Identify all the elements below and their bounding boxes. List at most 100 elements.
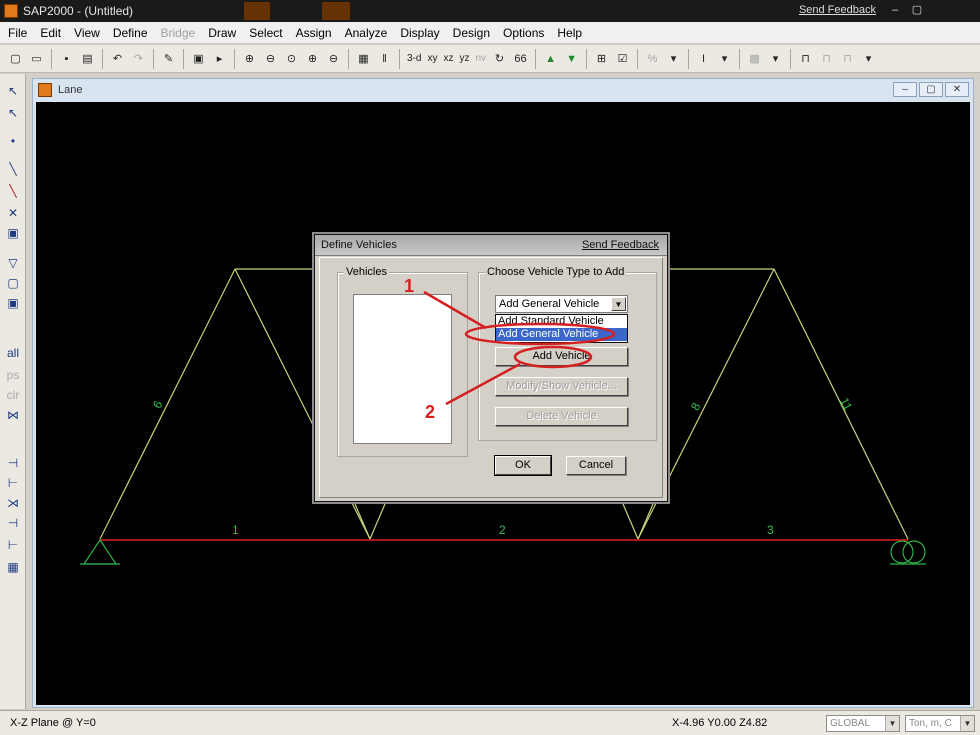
intersecting-line-icon[interactable]: ⋈ — [4, 406, 22, 423]
menu-draw[interactable]: Draw — [208, 26, 236, 40]
dropdown-arrow-icon[interactable]: ▾ — [859, 49, 878, 68]
perspective-icon[interactable]: 66 — [511, 49, 530, 68]
child-minimize-button[interactable]: – — [893, 82, 917, 97]
dropdown-arrow-icon[interactable]: ▾ — [664, 49, 683, 68]
percent-icon[interactable]: % — [643, 49, 662, 68]
frame-label: 6 — [150, 398, 166, 411]
add-vehicle-button[interactable]: Add Vehicle — [495, 347, 628, 366]
chevron-down-icon[interactable]: ▼ — [960, 716, 974, 731]
zoom-window-icon[interactable]: ⊕ — [240, 49, 259, 68]
pointer-icon[interactable]: ↖ — [4, 82, 22, 99]
quick-draw-brace-icon[interactable]: ✕ — [4, 204, 22, 221]
vehicles-listbox[interactable] — [353, 294, 452, 444]
menu-options[interactable]: Options — [503, 26, 544, 40]
menu-assign[interactable]: Assign — [296, 26, 332, 40]
snap-lines-icon[interactable]: ⊢ — [4, 536, 22, 553]
menu-view[interactable]: View — [74, 26, 100, 40]
view-nv-button[interactable]: nv — [473, 49, 488, 68]
run-analysis-icon[interactable]: ▸ — [210, 49, 229, 68]
reshape-pointer-icon[interactable]: ↖ — [4, 104, 22, 121]
truss-member[interactable] — [622, 503, 639, 540]
view-xy-button[interactable]: xy — [425, 49, 439, 68]
menu-select[interactable]: Select — [249, 26, 282, 40]
dropdown-option-standard-vehicle[interactable]: Add Standard Vehicle — [496, 315, 627, 328]
chevron-down-icon[interactable]: ▼ — [885, 716, 899, 731]
select-all-icon[interactable]: ⊞ — [592, 49, 611, 68]
menu-edit[interactable]: Edit — [40, 26, 61, 40]
menu-design[interactable]: Design — [453, 26, 490, 40]
vehicle-type-select[interactable]: Add General Vehicle ▼ — [495, 295, 628, 313]
units-select[interactable]: Ton, m, C ▼ — [905, 715, 975, 732]
send-feedback-link[interactable]: Send Feedback — [799, 4, 876, 16]
check-icon[interactable]: ☑ — [613, 49, 632, 68]
zoom-in-icon[interactable]: ⊕ — [303, 49, 322, 68]
redo-icon[interactable]: ↷ — [129, 49, 148, 68]
quick-draw-area-icon[interactable]: ▣ — [4, 294, 22, 311]
new-file-icon[interactable]: ▢ — [6, 49, 25, 68]
minimize-button[interactable]: – — [884, 2, 906, 19]
zoom-out-icon[interactable]: ⊖ — [324, 49, 343, 68]
draw-rect-area-icon[interactable]: ▢ — [4, 274, 22, 291]
menu-bridge[interactable]: Bridge — [161, 26, 196, 40]
truss-member[interactable] — [99, 268, 236, 540]
dropdown-option-general-vehicle[interactable]: Add General Vehicle — [496, 328, 627, 341]
zoom-fit-icon[interactable]: ⊙ — [282, 49, 301, 68]
snap-ends-icon[interactable]: ⊢ — [4, 474, 22, 491]
draw-point-icon[interactable]: • — [4, 132, 22, 149]
view-xz-button[interactable]: xz — [441, 49, 455, 68]
snap-points-icon[interactable]: ⊣ — [4, 454, 22, 471]
dialog-send-feedback-link[interactable]: Send Feedback — [582, 239, 659, 251]
snap-perpendicular-icon[interactable]: ⊣ — [4, 514, 22, 531]
section-i-icon[interactable]: I — [694, 49, 713, 68]
menu-help[interactable]: Help — [557, 26, 582, 40]
pan-icon[interactable]: ▦ — [354, 49, 373, 68]
truss-member[interactable] — [354, 503, 371, 540]
snap-fine-grid-icon[interactable]: ▦ — [4, 558, 22, 575]
ok-button[interactable]: OK — [494, 455, 552, 476]
frame-icon[interactable]: ⊓ — [796, 49, 815, 68]
frame-label: 2 — [499, 523, 506, 537]
clear-selection-icon[interactable]: clr — [4, 386, 22, 403]
view-yz-button[interactable]: yz — [457, 49, 471, 68]
truss-member[interactable] — [369, 503, 386, 540]
menu-file[interactable]: File — [8, 26, 27, 40]
previous-selection-icon[interactable]: ps — [4, 366, 22, 383]
rotate-view-icon[interactable]: ↻ — [490, 49, 509, 68]
open-folder-icon[interactable]: ▭ — [27, 49, 46, 68]
menu-define[interactable]: Define — [113, 26, 148, 40]
frame-tendon-icon[interactable]: ⊓ — [838, 49, 857, 68]
delete-vehicle-button[interactable]: Delete Vehicle — [495, 407, 628, 426]
select-all-tool-icon[interactable]: all — [4, 344, 22, 361]
draw-poly-area-icon[interactable]: ▽ — [4, 254, 22, 271]
truss-member[interactable] — [637, 503, 654, 540]
child-close-button[interactable]: ✕ — [945, 82, 969, 97]
lock-icon[interactable]: ▣ — [189, 49, 208, 68]
chevron-down-icon[interactable]: ▼ — [611, 297, 626, 311]
modify-show-vehicle-button[interactable]: Modify/Show Vehicle... — [495, 377, 628, 396]
quick-draw-frame-icon[interactable]: ▣ — [4, 224, 22, 241]
cancel-button[interactable]: Cancel — [566, 456, 626, 475]
draw-frame-icon[interactable]: ╲ — [4, 160, 22, 177]
pencil-icon[interactable]: ✎ — [159, 49, 178, 68]
move-up-icon[interactable]: ▲ — [541, 49, 560, 68]
vehicle-type-value: Add General Vehicle — [499, 298, 600, 310]
save-icon[interactable]: ▪ — [57, 49, 76, 68]
dialog-body: Vehicles Choose Vehicle Type to Add Add … — [319, 257, 663, 498]
print-icon[interactable]: ▤ — [78, 49, 97, 68]
area-icon[interactable]: ▩ — [745, 49, 764, 68]
restore-button[interactable]: ▢ — [906, 2, 928, 19]
coordinate-system-select[interactable]: GLOBAL ▼ — [826, 715, 900, 732]
dropdown-arrow-icon[interactable]: ▾ — [766, 49, 785, 68]
zoom-restore-icon[interactable]: ⊖ — [261, 49, 280, 68]
frame-release-icon[interactable]: ⊓ — [817, 49, 836, 68]
snap-intersect-icon[interactable]: ⋊ — [4, 494, 22, 511]
menu-display[interactable]: Display — [400, 26, 439, 40]
dropdown-arrow-icon[interactable]: ▾ — [715, 49, 734, 68]
view-3d-button[interactable]: 3-d — [405, 49, 423, 68]
undo-icon[interactable]: ↶ — [108, 49, 127, 68]
draw-cable-icon[interactable]: ╲ — [4, 182, 22, 199]
menu-analyze[interactable]: Analyze — [345, 26, 388, 40]
move-down-icon[interactable]: ▼ — [562, 49, 581, 68]
refresh-view-icon[interactable]: ‖ — [375, 49, 394, 68]
child-maximize-button[interactable]: ▢ — [919, 82, 943, 97]
